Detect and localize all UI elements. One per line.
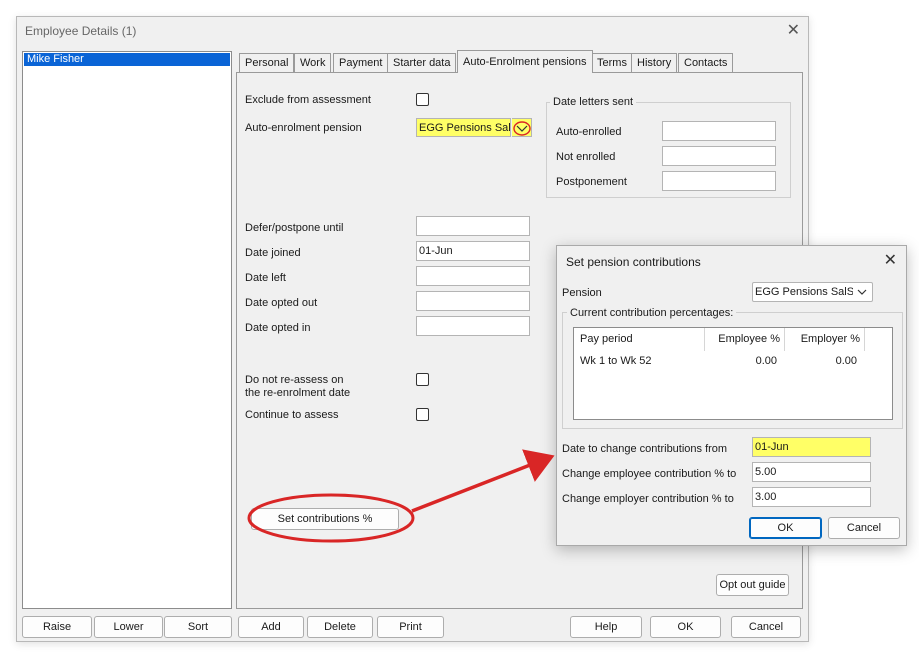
auto-enrolled-date-input[interactable] bbox=[662, 121, 776, 141]
employer-change-value: 3.00 bbox=[755, 491, 777, 503]
date-opted-out-input[interactable] bbox=[416, 291, 530, 311]
date-joined-input[interactable]: 01-Jun bbox=[416, 241, 530, 261]
list-item[interactable]: Mike Fisher bbox=[24, 53, 230, 66]
dialog-pension-select-value: EGG Pensions SalSac bbox=[755, 286, 866, 298]
pension-select[interactable]: EGG Pensions SalSa bbox=[416, 118, 511, 137]
employee-change-label: Change employee contribution % to bbox=[562, 468, 737, 480]
employee-change-value: 5.00 bbox=[755, 466, 777, 478]
date-change-input[interactable]: 01-Jun bbox=[752, 437, 871, 457]
tab-contacts[interactable]: Contacts bbox=[678, 53, 734, 72]
exclude-checkbox[interactable] bbox=[416, 93, 429, 106]
set-pension-contributions-dialog: Set pension contributions ✕ Pension EGG … bbox=[556, 245, 907, 546]
column-header-employer[interactable]: Employer % bbox=[785, 328, 865, 351]
pension-label: Auto-enrolment pension bbox=[245, 122, 362, 134]
dialog-title: Set pension contributions bbox=[566, 255, 701, 269]
column-header-pay-period[interactable]: Pay period bbox=[574, 328, 705, 351]
employee-change-input[interactable]: 5.00 bbox=[752, 462, 871, 482]
row-employer-percent: 0.00 bbox=[835, 355, 857, 367]
row-employee-percent: 0.00 bbox=[755, 355, 777, 367]
no-reassess-checkbox[interactable] bbox=[416, 373, 429, 386]
continue-assess-label: Continue to assess bbox=[245, 409, 339, 421]
tab-auto-enrolment-pensions[interactable]: Auto-Enrolment pensions bbox=[457, 50, 593, 73]
employer-change-input[interactable]: 3.00 bbox=[752, 487, 871, 507]
pension-dropdown-button[interactable] bbox=[512, 118, 532, 137]
chevron-down-icon bbox=[513, 121, 531, 136]
defer-date-input[interactable] bbox=[416, 216, 530, 236]
set-contributions-button[interactable]: Set contributions % bbox=[251, 508, 399, 530]
no-reassess-label-line1: Do not re-assess on bbox=[245, 374, 344, 386]
date-left-label: Date left bbox=[245, 272, 286, 284]
exclude-label: Exclude from assessment bbox=[245, 94, 371, 106]
lower-button[interactable]: Lower bbox=[94, 616, 163, 638]
close-icon[interactable]: ✕ bbox=[884, 250, 897, 270]
date-joined-label: Date joined bbox=[245, 247, 301, 259]
date-opted-in-label: Date opted in bbox=[245, 322, 311, 334]
auto-enrolled-label: Auto-enrolled bbox=[556, 126, 622, 138]
row-pay-period: Wk 1 to Wk 52 bbox=[580, 355, 652, 367]
not-enrolled-date-input[interactable] bbox=[662, 146, 776, 166]
print-button[interactable]: Print bbox=[377, 616, 444, 638]
postponement-date-input[interactable] bbox=[662, 171, 776, 191]
ok-button[interactable]: OK bbox=[650, 616, 721, 638]
date-joined-value: 01-Jun bbox=[419, 245, 453, 257]
date-change-value: 01-Jun bbox=[755, 441, 789, 453]
add-button[interactable]: Add bbox=[238, 616, 304, 638]
dialog-cancel-button[interactable]: Cancel bbox=[828, 517, 900, 539]
date-opted-out-label: Date opted out bbox=[245, 297, 318, 309]
date-opted-in-input[interactable] bbox=[416, 316, 530, 336]
date-left-input[interactable] bbox=[416, 266, 530, 286]
raise-button[interactable]: Raise bbox=[22, 616, 92, 638]
current-contributions-title: Current contribution percentages: bbox=[567, 307, 737, 319]
chevron-down-icon bbox=[857, 289, 867, 295]
pension-select-value: EGG Pensions SalSa bbox=[419, 122, 511, 134]
tab-payment[interactable]: Payment bbox=[333, 53, 389, 72]
tab-history[interactable]: History bbox=[631, 53, 678, 72]
tab-starter-data[interactable]: Starter data bbox=[387, 53, 457, 72]
sort-button[interactable]: Sort bbox=[164, 616, 232, 638]
defer-label: Defer/postpone until bbox=[245, 222, 344, 234]
dialog-ok-button[interactable]: OK bbox=[749, 517, 822, 539]
date-change-label: Date to change contributions from bbox=[562, 443, 728, 455]
date-letters-title: Date letters sent bbox=[550, 96, 637, 108]
column-header-employee[interactable]: Employee % bbox=[705, 328, 785, 351]
delete-button[interactable]: Delete bbox=[307, 616, 373, 638]
dialog-pension-label: Pension bbox=[562, 287, 602, 299]
dialog-pension-dropdown[interactable] bbox=[853, 283, 871, 301]
continue-assess-checkbox[interactable] bbox=[416, 408, 429, 421]
no-reassess-label-line2: the re-enrolment date bbox=[245, 387, 351, 399]
contributions-table[interactable]: Pay period Employee % Employer % Wk 1 to… bbox=[573, 327, 893, 420]
cancel-button[interactable]: Cancel bbox=[731, 616, 801, 638]
help-button[interactable]: Help bbox=[570, 616, 642, 638]
window-title: Employee Details (1) bbox=[25, 24, 137, 38]
tab-terms[interactable]: Terms bbox=[591, 53, 633, 72]
employee-list[interactable]: Mike Fisher bbox=[22, 51, 232, 609]
not-enrolled-label: Not enrolled bbox=[556, 151, 616, 163]
close-icon[interactable]: ✕ bbox=[787, 20, 800, 40]
employer-change-label: Change employer contribution % to bbox=[562, 493, 734, 505]
tab-personal[interactable]: Personal bbox=[239, 53, 295, 72]
postponement-label: Postponement bbox=[556, 176, 627, 188]
opt-out-guide-button[interactable]: Opt out guide bbox=[716, 574, 789, 596]
tab-work[interactable]: Work bbox=[294, 53, 332, 72]
